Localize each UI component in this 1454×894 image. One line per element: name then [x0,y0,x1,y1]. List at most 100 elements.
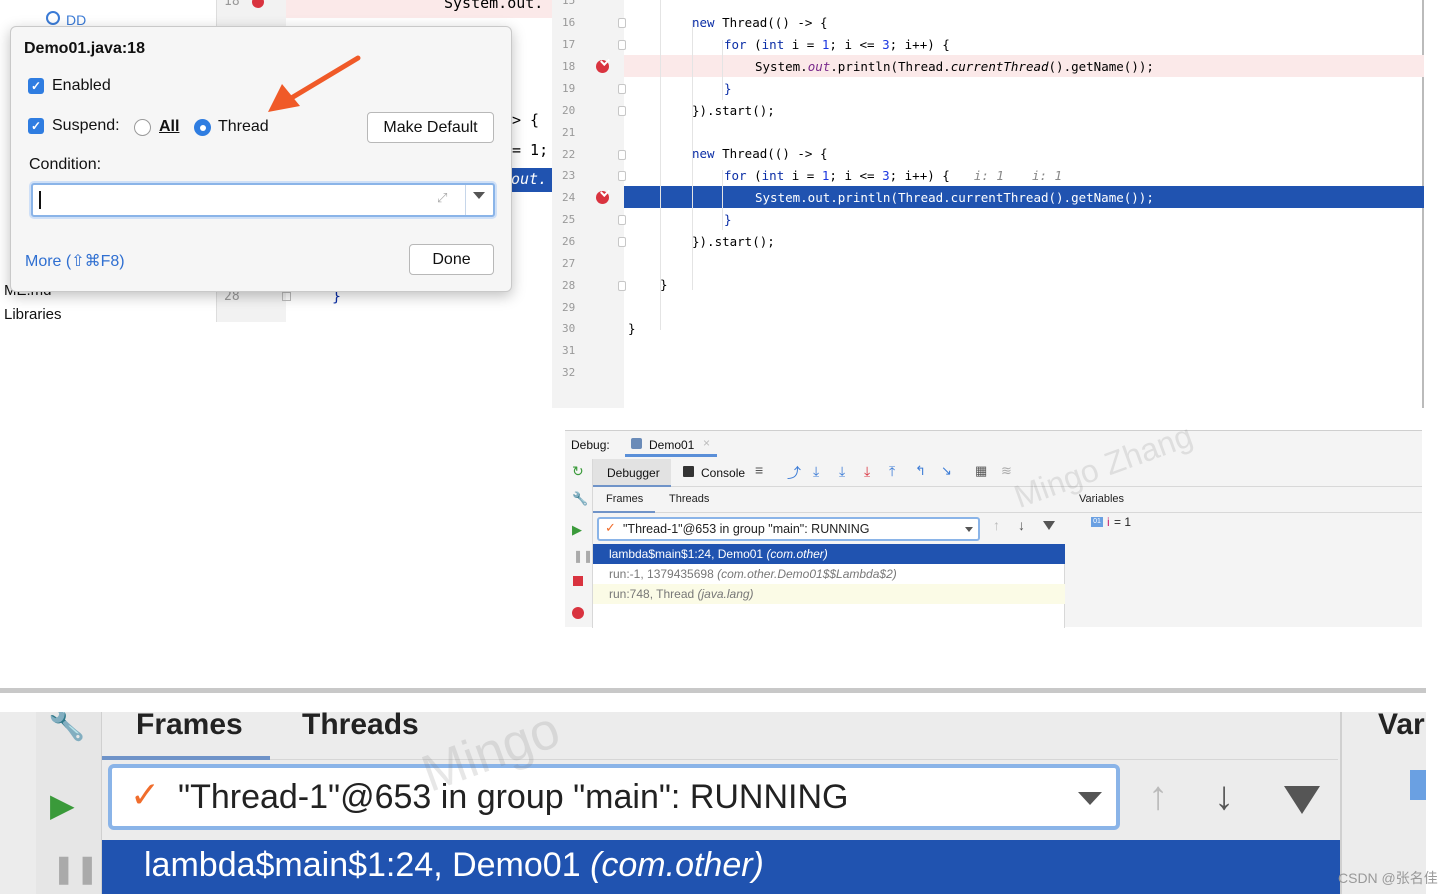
thread-select[interactable]: ✓ "Thread-1"@653 in group "main": RUNNIN… [597,517,980,541]
force-step-into-icon[interactable]: ⤓ [864,463,870,480]
line-number: 17 [562,38,576,51]
debug-side-toolbar: ↻ 🔧 ▶ ❚❚ [565,459,593,628]
suspend-thread-label[interactable]: Thread [218,118,269,136]
tab-frames[interactable]: Frames [593,487,655,513]
line-number: 19 [562,82,576,95]
code-line: System.out.println(Thread.currentThread(… [755,59,1154,74]
condition-input[interactable]: ⤢ [31,183,495,217]
arrow-up-icon[interactable]: ↑ [993,517,1000,533]
show-execution-point-icon[interactable]: ⤴ [787,463,801,483]
enabled-label[interactable]: Enabled [52,77,111,95]
frame-row[interactable]: lambda$main$1:24, Demo01 (com.other) [102,840,1340,894]
fold-icon[interactable] [618,150,626,160]
expand-icon[interactable]: ⤢ [437,190,447,206]
inline-value-hint: i: 1 [1031,168,1063,183]
fold-icon[interactable] [618,40,626,50]
resume-icon[interactable]: ▶ [50,786,75,824]
condition-label: Condition: [29,156,102,173]
suspend-all-radio[interactable] [134,119,151,136]
resume-icon[interactable]: ▶ [572,522,582,538]
code-line: } [724,81,732,96]
line-number: 20 [562,104,576,117]
fold-icon[interactable] [618,237,626,247]
filter-icon[interactable] [1284,786,1320,814]
code-line: }).start(); [692,103,775,118]
enabled-checkbox[interactable]: ✓ [28,78,44,94]
fold-icon[interactable] [618,171,626,181]
frame-row[interactable]: lambda$main$1:24, Demo01 (com.other) [593,544,1065,564]
chevron-down-icon[interactable] [1078,792,1102,805]
suspend-checkbox[interactable]: ✓ [28,118,44,134]
arrow-down-icon[interactable]: ↓ [1018,517,1025,533]
tab-threads[interactable]: Threads [302,712,419,742]
breakpoint-icon[interactable] [596,60,609,73]
tab-threads[interactable]: Threads [669,493,709,505]
frame-row[interactable]: run:748, Thread (java.lang) [593,584,1065,604]
pause-icon[interactable]: ❚❚ [52,852,99,885]
more-link[interactable]: More (⇧⌘F8) [25,251,125,271]
class-icon [631,438,642,449]
variable-name: i [1107,515,1110,529]
chevron-down-icon[interactable] [473,192,485,199]
rerun-icon[interactable]: ↻ [572,463,584,480]
make-default-button[interactable]: Make Default [367,112,494,143]
stop-icon[interactable] [573,576,583,586]
thread-select-value: "Thread-1"@653 in group "main": RUNNING [623,522,870,536]
frames-threads-tabs: Frames Threads Variables [593,487,1422,513]
breakpoint-icon[interactable] [596,191,609,204]
close-icon[interactable]: × [703,436,710,450]
suspend-thread-radio[interactable] [194,119,211,136]
evaluate-icon[interactable]: ▦ [975,463,987,479]
int-badge-icon [1410,770,1426,800]
chevron-down-icon[interactable] [965,527,973,532]
line-number: 30 [562,322,576,335]
tab-console[interactable]: Console [701,466,745,480]
fold-icon[interactable] [618,106,626,116]
fold-icon[interactable] [618,18,626,28]
frame-row[interactable]: run:-1, 1379435698 (com.other.Demo01$$La… [593,564,1065,584]
settings-icon[interactable]: 🔧 [48,712,85,743]
frame-label: lambda$main$1:24, Demo01 (com.other) [144,846,764,884]
step-into-icon[interactable]: ⤓ [839,463,845,480]
run-config-tab[interactable]: Demo01 × [625,433,717,457]
pause-icon[interactable]: ❚❚ [573,549,593,563]
filter-icon[interactable] [1043,521,1055,530]
arrow-down-icon[interactable]: ↓ [1214,774,1234,819]
fold-icon[interactable] [618,84,626,94]
fold-icon[interactable] [618,281,626,291]
frames-threads-tabs: Frames Threads [102,712,1338,760]
thread-select[interactable]: ✓ "Thread-1"@653 in group "main": RUNNIN… [108,764,1120,830]
debug-label: Debug: [571,438,610,452]
step-over-icon[interactable]: ⤓ [813,463,819,480]
trace-icon[interactable]: ≋ [1001,463,1012,479]
code-editor[interactable]: 15 16 17 18 19 20 21 22 23 24 25 26 27 2… [552,0,1424,408]
inline-value-hint: i: 1 [973,168,1004,183]
line-number: 25 [562,213,576,226]
check-icon: ✓ [605,520,616,535]
tab-debugger[interactable]: Debugger [593,459,671,487]
code-line: System.out.println(Thread.currentThread(… [755,190,1154,205]
fold-icon[interactable] [618,215,626,225]
line-number: 29 [562,301,576,314]
settings-icon[interactable]: 🔧 [572,491,588,507]
run-to-cursor-icon[interactable]: ↘ [941,463,952,479]
tab-frames[interactable]: Frames [102,712,270,760]
done-button[interactable]: Done [409,244,494,275]
line-number: 24 [562,191,576,204]
line-number: 15 [562,0,576,7]
code-line: new Thread(() -> { [692,146,828,161]
variable-value: = 1 [1114,515,1132,529]
view-breakpoints-icon[interactable] [572,607,584,619]
suspend-all-label[interactable]: All [159,118,179,136]
arrow-up-icon[interactable]: ↑ [1148,774,1168,819]
line-number: 26 [562,235,576,248]
suspend-label[interactable]: Suspend: [52,117,120,135]
step-out-icon[interactable]: ⤒ [889,463,895,480]
fold-icon[interactable] [282,292,291,301]
drop-frame-icon[interactable]: ↰ [915,463,926,479]
menu-icon[interactable]: ≡ [755,462,763,478]
credit-watermark: CSDN @张名佳 [1338,870,1438,886]
code-fragment: = 1; [512,141,549,159]
tab-label: Debugger [607,466,660,480]
tree-item-label[interactable]: Libraries [4,306,62,322]
